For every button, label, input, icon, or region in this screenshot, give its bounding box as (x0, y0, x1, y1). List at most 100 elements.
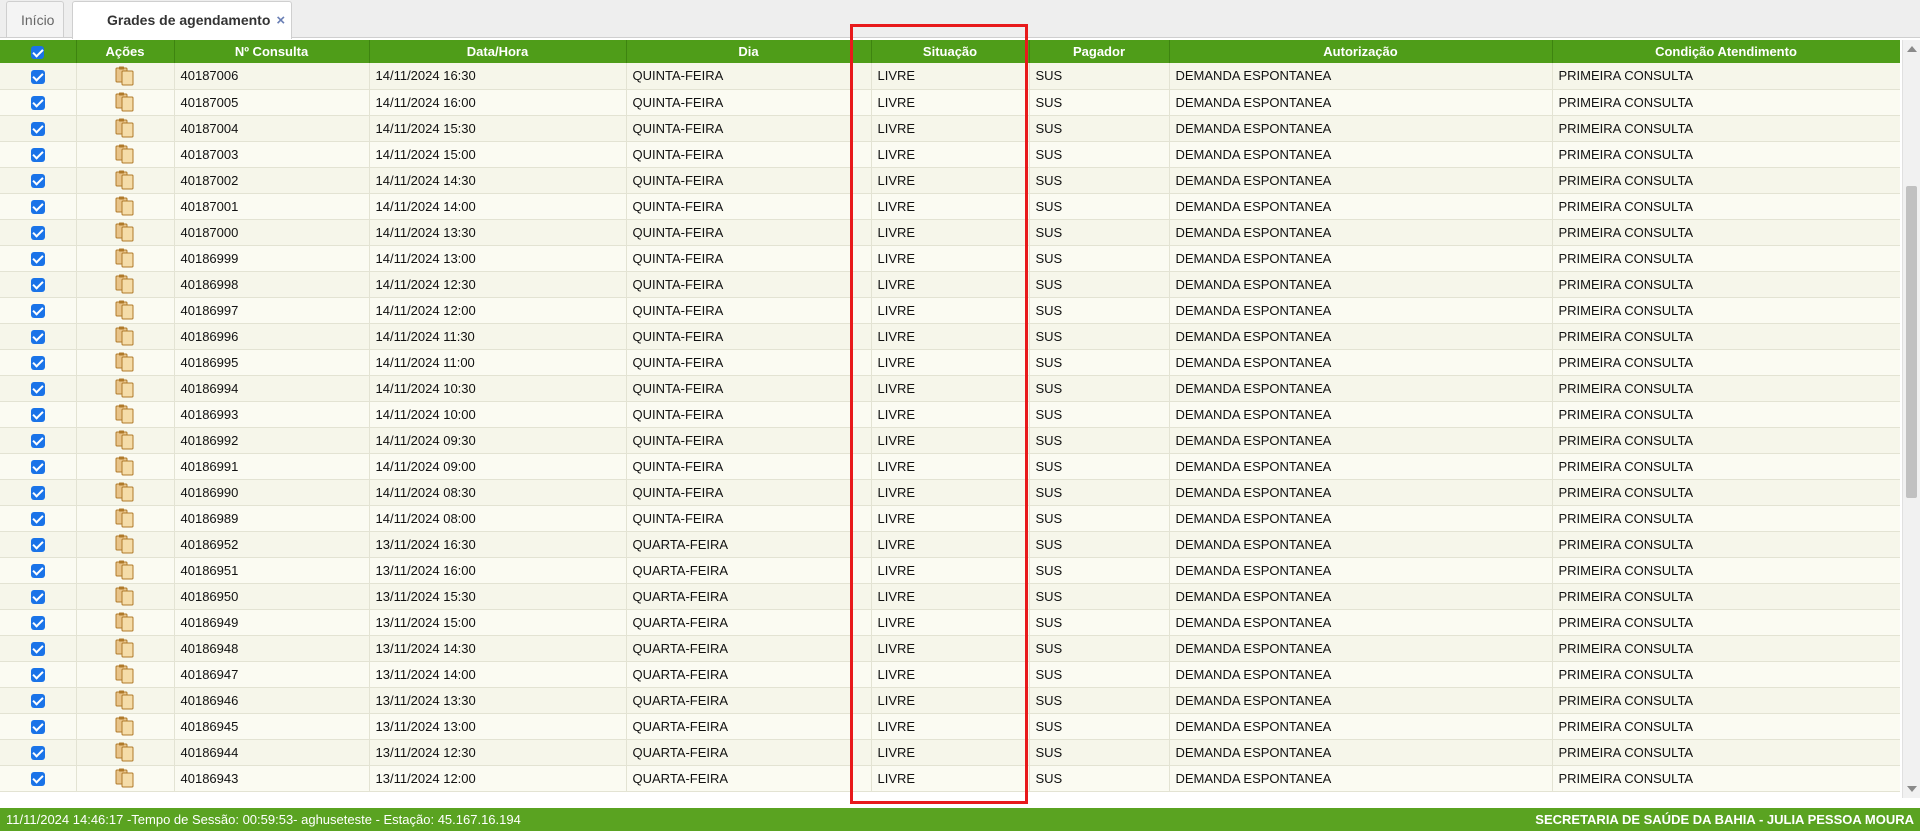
header-autorizacao[interactable]: Autorização (1169, 40, 1553, 63)
table-row[interactable]: 40186995 14/11/2024 11:00 QUINTA-FEIRA LIVR… (0, 349, 1900, 376)
row-actions-cell[interactable] (76, 661, 175, 688)
row-checkbox[interactable] (30, 69, 45, 84)
row-actions-cell[interactable] (76, 583, 175, 610)
row-checkbox[interactable] (30, 511, 45, 526)
header-dia[interactable]: Dia (626, 40, 872, 63)
documents-icon[interactable] (114, 300, 136, 320)
table-row[interactable]: 40187002 14/11/2024 14:30 QUINTA-FEIRA LIVR… (0, 167, 1900, 194)
row-select-cell[interactable] (0, 167, 77, 194)
documents-icon[interactable] (114, 482, 136, 502)
header-acoes[interactable]: Ações (76, 40, 175, 63)
table-row[interactable]: 40187000 14/11/2024 13:30 QUINTA-FEIRA LIVR… (0, 219, 1900, 246)
row-checkbox[interactable] (30, 615, 45, 630)
row-select-cell[interactable] (0, 583, 77, 610)
documents-icon[interactable] (114, 144, 136, 164)
documents-icon[interactable] (114, 66, 136, 86)
row-select-cell[interactable] (0, 141, 77, 168)
table-row[interactable]: 40186952 13/11/2024 16:30 QUARTA-FEIRA LIVR… (0, 531, 1900, 558)
row-select-cell[interactable] (0, 505, 77, 532)
row-select-cell[interactable] (0, 401, 77, 428)
table-row[interactable]: 40186992 14/11/2024 09:30 QUINTA-FEIRA LIVR… (0, 427, 1900, 454)
row-select-cell[interactable] (0, 115, 77, 142)
table-row[interactable]: 40187001 14/11/2024 14:00 QUINTA-FEIRA LIVR… (0, 193, 1900, 220)
table-row[interactable]: 40186999 14/11/2024 13:00 QUINTA-FEIRA LIVR… (0, 245, 1900, 272)
documents-icon[interactable] (114, 274, 136, 294)
row-checkbox[interactable] (30, 745, 45, 760)
row-checkbox[interactable] (30, 537, 45, 552)
documents-icon[interactable] (114, 326, 136, 346)
row-checkbox[interactable] (30, 121, 45, 136)
documents-icon[interactable] (114, 404, 136, 424)
row-checkbox[interactable] (30, 381, 45, 396)
row-select-cell[interactable] (0, 531, 77, 558)
table-row[interactable]: 40186994 14/11/2024 10:30 QUINTA-FEIRA LIVR… (0, 375, 1900, 402)
row-checkbox[interactable] (30, 147, 45, 162)
row-checkbox[interactable] (30, 199, 45, 214)
row-checkbox[interactable] (30, 459, 45, 474)
documents-icon[interactable] (114, 742, 136, 762)
documents-icon[interactable] (114, 378, 136, 398)
header-data-hora[interactable]: Data/Hora (369, 40, 627, 63)
documents-icon[interactable] (114, 690, 136, 710)
row-checkbox[interactable] (30, 355, 45, 370)
documents-icon[interactable] (114, 222, 136, 242)
table-row[interactable]: 40187005 14/11/2024 16:00 QUINTA-FEIRA LIVR… (0, 89, 1900, 116)
row-actions-cell[interactable] (76, 739, 175, 766)
documents-icon[interactable] (114, 170, 136, 190)
header-situacao[interactable]: Situação (871, 40, 1030, 63)
table-row[interactable]: 40186944 13/11/2024 12:30 QUARTA-FEIRA LIVR… (0, 739, 1900, 766)
table-row[interactable]: 40186945 13/11/2024 13:00 QUARTA-FEIRA LIVR… (0, 713, 1900, 740)
documents-icon[interactable] (114, 196, 136, 216)
row-checkbox[interactable] (30, 667, 45, 682)
row-actions-cell[interactable] (76, 167, 175, 194)
row-checkbox[interactable] (30, 303, 45, 318)
row-actions-cell[interactable] (76, 687, 175, 714)
table-row[interactable]: 40187006 14/11/2024 16:30 QUINTA-FEIRA LIVR… (0, 63, 1900, 90)
row-actions-cell[interactable] (76, 479, 175, 506)
table-row[interactable]: 40186998 14/11/2024 12:30 QUINTA-FEIRA LIVR… (0, 271, 1900, 298)
row-select-cell[interactable] (0, 739, 77, 766)
tab-grades-de-agendamento[interactable]: Grades de agendamento × (72, 1, 292, 39)
table-row[interactable]: 40186991 14/11/2024 09:00 QUINTA-FEIRA LIVR… (0, 453, 1900, 480)
documents-icon[interactable] (114, 534, 136, 554)
row-checkbox[interactable] (30, 225, 45, 240)
row-checkbox[interactable] (30, 329, 45, 344)
header-numero-consulta[interactable]: Nº Consulta (174, 40, 370, 63)
row-select-cell[interactable] (0, 479, 77, 506)
table-row[interactable]: 40186989 14/11/2024 08:00 QUINTA-FEIRA LIVR… (0, 505, 1900, 532)
row-select-cell[interactable] (0, 245, 77, 272)
row-checkbox[interactable] (30, 251, 45, 266)
row-actions-cell[interactable] (76, 453, 175, 480)
documents-icon[interactable] (114, 716, 136, 736)
documents-icon[interactable] (114, 352, 136, 372)
table-row[interactable]: 40186947 13/11/2024 14:00 QUARTA-FEIRA LIVR… (0, 661, 1900, 688)
row-select-cell[interactable] (0, 453, 77, 480)
row-actions-cell[interactable] (76, 375, 175, 402)
row-checkbox[interactable] (30, 563, 45, 578)
row-checkbox[interactable] (30, 95, 45, 110)
row-actions-cell[interactable] (76, 141, 175, 168)
row-actions-cell[interactable] (76, 765, 175, 792)
documents-icon[interactable] (114, 118, 136, 138)
documents-icon[interactable] (114, 456, 136, 476)
row-select-cell[interactable] (0, 713, 77, 740)
select-all-header[interactable] (0, 40, 77, 63)
row-actions-cell[interactable] (76, 89, 175, 116)
scrollbar-thumb[interactable] (1906, 186, 1917, 498)
row-actions-cell[interactable] (76, 115, 175, 142)
row-checkbox[interactable] (30, 771, 45, 786)
row-select-cell[interactable] (0, 297, 77, 324)
row-select-cell[interactable] (0, 635, 77, 662)
table-row[interactable]: 40186943 13/11/2024 12:00 QUARTA-FEIRA LIVR… (0, 765, 1900, 792)
documents-icon[interactable] (114, 586, 136, 606)
tab-inicio[interactable]: Início (6, 1, 64, 37)
row-checkbox[interactable] (30, 407, 45, 422)
documents-icon[interactable] (114, 612, 136, 632)
row-select-cell[interactable] (0, 271, 77, 298)
row-checkbox[interactable] (30, 485, 45, 500)
documents-icon[interactable] (114, 638, 136, 658)
row-actions-cell[interactable] (76, 531, 175, 558)
row-checkbox[interactable] (30, 173, 45, 188)
table-row[interactable]: 40186950 13/11/2024 15:30 QUARTA-FEIRA LIVR… (0, 583, 1900, 610)
row-actions-cell[interactable] (76, 557, 175, 584)
